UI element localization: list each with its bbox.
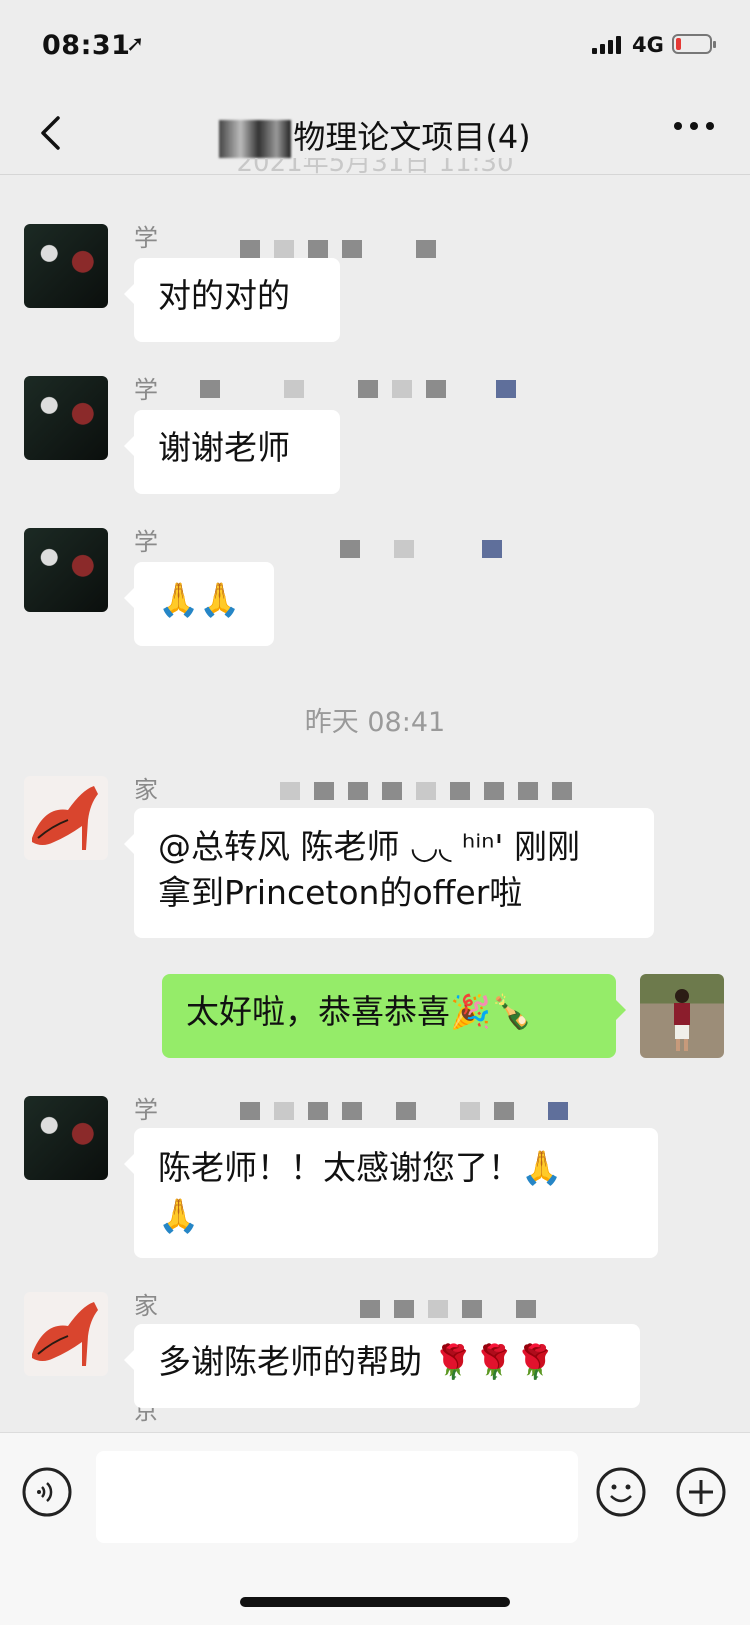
redacted-name xyxy=(360,1300,536,1318)
my-avatar[interactable] xyxy=(640,974,724,1058)
person-photo xyxy=(674,989,690,1051)
location-icon: ➚ xyxy=(126,32,145,57)
message-bubble[interactable]: 多谢陈老师的帮助 🌹🌹🌹 xyxy=(124,1324,640,1408)
message-bubble[interactable]: 🙏🙏 xyxy=(124,562,274,646)
high-heel-icon xyxy=(32,1302,98,1366)
battery-level xyxy=(676,38,681,50)
home-indicator[interactable] xyxy=(240,1597,510,1607)
message-bubble[interactable]: 陈老师！！太感谢您了！🙏 🙏 xyxy=(124,1128,658,1258)
message-bubble[interactable]: 谢谢老师 xyxy=(124,410,340,494)
student-avatar[interactable] xyxy=(24,1096,108,1180)
more-icon[interactable] xyxy=(674,122,714,130)
redacted-name xyxy=(280,782,572,800)
timestamp: 昨天 08:41 xyxy=(304,707,446,738)
message-bubble[interactable]: @总转风 陈老师 ◡◟ ʰⁱⁿ' 刚刚 拿到Princeton的offer啦 xyxy=(124,808,654,938)
student-avatar[interactable] xyxy=(24,376,108,460)
parent-avatar[interactable] xyxy=(24,776,108,860)
plus-icon[interactable] xyxy=(676,1467,726,1517)
parent-avatar[interactable] xyxy=(24,1292,108,1376)
message-line: 陈老师！！太感谢您了！🙏 xyxy=(158,1148,563,1187)
redacted-name xyxy=(240,240,436,258)
ghost-timestamp: 2021年5月31日 11:30 xyxy=(236,158,514,178)
battery-icon xyxy=(672,34,716,54)
input-bar xyxy=(0,1432,750,1625)
message-input[interactable] xyxy=(96,1451,578,1543)
message-line: 拿到Princeton的offer啦 xyxy=(158,873,523,912)
message-line: @总转风 陈老师 ◡◟ ʰⁱⁿ' 刚刚 xyxy=(158,827,580,866)
chat-title: 物理论文项目(4) xyxy=(0,112,750,158)
redacted-name xyxy=(240,1102,568,1120)
redacted-block xyxy=(219,120,292,158)
message-line: 🙏 xyxy=(158,1196,200,1235)
student-avatar[interactable] xyxy=(24,528,108,612)
redacted-name xyxy=(200,380,516,398)
voice-icon[interactable] xyxy=(22,1467,72,1517)
high-heel-icon xyxy=(32,786,98,850)
chat-title-text: 物理论文项目(4) xyxy=(293,118,531,156)
signal-icon xyxy=(592,36,621,54)
status-time: 08:31 xyxy=(42,30,131,61)
status-bar: 08:31 ➚ 4G xyxy=(0,0,750,92)
redacted-name xyxy=(340,540,502,558)
my-message-bubble[interactable]: 太好啦，恭喜恭喜🎉🍾 xyxy=(162,974,626,1058)
message-bubble[interactable]: 对的对的 xyxy=(124,258,340,342)
emoji-icon[interactable] xyxy=(596,1467,646,1517)
student-avatar[interactable] xyxy=(24,224,108,308)
network-label: 4G xyxy=(632,33,664,57)
